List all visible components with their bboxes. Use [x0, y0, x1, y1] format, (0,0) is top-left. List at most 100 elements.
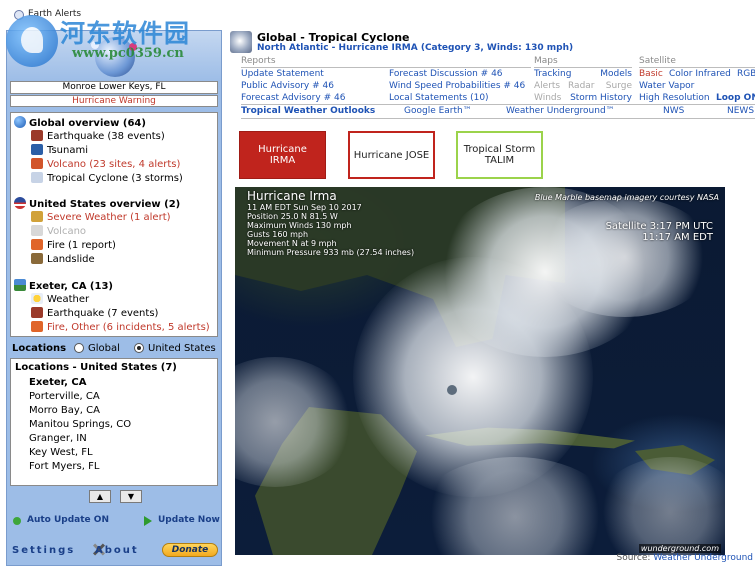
- volcano-icon: [31, 158, 43, 169]
- event-label: Earthquake (38 events): [47, 131, 165, 142]
- maps-section: Maps: [534, 56, 558, 66]
- detail-line: Movement N at 9 mph: [247, 239, 337, 248]
- divider: [241, 104, 755, 105]
- report-link[interactable]: Wind Speed Probabilities # 46: [389, 80, 525, 92]
- image-details: 11 AM EDT Sun Sep 10 2017 Position 25.0 …: [247, 203, 414, 257]
- google-earth-link[interactable]: Google Earth™: [404, 106, 472, 116]
- location-item[interactable]: Granger, IN: [29, 432, 87, 445]
- event-us-volcano[interactable]: Volcano: [31, 225, 86, 238]
- storm-irma-button[interactable]: Hurricane IRMA: [239, 131, 326, 179]
- weather-underground-link[interactable]: Weather Underground™: [506, 106, 615, 116]
- auto-update-toggle[interactable]: Auto Update ON: [27, 515, 109, 525]
- map-storm-history-link[interactable]: Storm History: [570, 92, 632, 104]
- about-button[interactable]: About: [95, 545, 139, 556]
- satellite-image[interactable]: Hurricane Irma 11 AM EDT Sun Sep 10 2017…: [235, 187, 725, 555]
- locations-label: Locations: [12, 343, 67, 354]
- tropical-outlooks-link[interactable]: Tropical Weather Outlooks: [241, 106, 375, 116]
- main-panel: Global - Tropical Cyclone North Atlantic…: [228, 30, 755, 566]
- radio-united-states[interactable]: [134, 343, 144, 353]
- play-icon[interactable]: [144, 516, 152, 526]
- sat-high-resolution-link[interactable]: High Resolution: [639, 92, 710, 104]
- event-fire[interactable]: Fire (1 report): [31, 239, 116, 252]
- event-tropical-cyclone[interactable]: Tropical Cyclone (3 storms): [31, 172, 183, 185]
- globe-icon: [14, 116, 26, 128]
- maps-header: Maps: [534, 56, 558, 66]
- storm-label: TALIM: [484, 155, 515, 166]
- storm-label: Tropical Storm: [463, 144, 536, 155]
- event-landslide[interactable]: Landslide: [31, 253, 95, 266]
- event-severe-weather[interactable]: Severe Weather (1 alert): [31, 211, 171, 224]
- location-item[interactable]: Exeter, CA: [29, 376, 86, 389]
- radio-united-states-label[interactable]: United States: [148, 343, 216, 354]
- map-surge-link[interactable]: Surge: [606, 80, 632, 92]
- move-down-button[interactable]: ▼: [120, 490, 142, 503]
- current-location[interactable]: Monroe Lower Keys, FL: [10, 81, 218, 94]
- map-radar-link[interactable]: Radar: [568, 80, 595, 92]
- sat-loop-toggle[interactable]: Loop ON: [716, 92, 755, 104]
- event-weather[interactable]: Weather: [31, 293, 89, 306]
- locations-title: Locations - United States (7): [15, 362, 177, 373]
- map-winds-link[interactable]: Winds: [534, 92, 561, 104]
- image-timestamp: Satellite 3:17 PM UTC 11:17 AM EDT: [606, 221, 713, 243]
- sat-rgb-link[interactable]: RGB: [737, 68, 755, 80]
- location-item[interactable]: Porterville, CA: [29, 390, 100, 403]
- location-item[interactable]: Manitou Springs, CO: [29, 418, 131, 431]
- donate-button[interactable]: Donate: [162, 543, 218, 557]
- event-label: Tropical Cyclone (3 storms): [47, 173, 183, 184]
- event-tsunami[interactable]: Tsunami: [31, 144, 88, 157]
- event-earthquake[interactable]: Earthquake (38 events): [31, 130, 165, 143]
- group-us-overview[interactable]: United States overview (2): [14, 197, 180, 210]
- report-link[interactable]: Forecast Advisory # 46: [241, 92, 345, 104]
- report-link[interactable]: Public Advisory # 46: [241, 80, 345, 92]
- sat-color-infrared-link[interactable]: Color Infrared: [669, 68, 731, 80]
- nws-link[interactable]: NWS: [663, 106, 684, 116]
- group-exeter[interactable]: Exeter, CA (13): [14, 279, 113, 292]
- location-item[interactable]: Morro Bay, CA: [29, 404, 100, 417]
- group-title: Global overview (64): [29, 118, 146, 129]
- event-local-earthquake[interactable]: Earthquake (7 events): [31, 307, 158, 320]
- source-link[interactable]: Weather Underground: [653, 553, 753, 563]
- report-link[interactable]: Local Statements (10): [389, 92, 525, 104]
- landslide-icon: [31, 253, 43, 264]
- location-item[interactable]: Fort Myers, FL: [29, 460, 99, 473]
- settings-button[interactable]: Settings: [12, 545, 75, 556]
- image-title: Hurricane Irma: [247, 189, 337, 203]
- cyclone-icon: [31, 172, 43, 183]
- reports-section: Reports: [241, 56, 276, 66]
- event-label: Volcano: [47, 226, 87, 237]
- radio-global-label[interactable]: Global: [88, 343, 120, 354]
- source-label: Source:: [616, 553, 651, 563]
- event-volcano[interactable]: Volcano (23 sites, 4 alerts): [31, 158, 180, 171]
- severe-weather-icon: [31, 211, 43, 222]
- group-global-overview[interactable]: Global overview (64): [14, 116, 146, 129]
- news-link[interactable]: NEWS: [727, 106, 754, 116]
- group-title: United States overview (2): [29, 199, 181, 210]
- event-fire-other[interactable]: Fire, Other (6 incidents, 5 alerts): [31, 321, 210, 334]
- tsunami-icon: [31, 144, 43, 155]
- event-label: Tsunami: [47, 145, 88, 156]
- move-up-button[interactable]: ▲: [89, 490, 111, 503]
- weather-icon: [31, 293, 43, 304]
- locations-list: Locations - United States (7) Exeter, CA…: [10, 358, 218, 486]
- cloud-band: [535, 197, 715, 317]
- location-item[interactable]: Key West, FL: [29, 446, 93, 459]
- storm-subtitle[interactable]: North Atlantic - Hurricane IRMA (Categor…: [257, 43, 573, 53]
- radio-global[interactable]: [74, 343, 84, 353]
- map-tracking-link[interactable]: Tracking: [534, 68, 571, 80]
- sat-water-vapor-link[interactable]: Water Vapor: [639, 80, 694, 92]
- current-warning[interactable]: Hurricane Warning: [10, 95, 218, 107]
- map-alerts-link[interactable]: Alerts: [534, 80, 560, 92]
- sat-basic-link[interactable]: Basic: [639, 68, 663, 80]
- detail-line: Minimum Pressure 933 mb (27.54 inches): [247, 248, 415, 257]
- detail-line: 11 AM EDT Sun Sep 10 2017: [247, 203, 362, 212]
- reports-header: Reports: [241, 56, 276, 66]
- locations-scope: Locations Global United States: [10, 342, 218, 356]
- update-now-button[interactable]: Update Now: [158, 515, 220, 525]
- us-flag-icon: [14, 197, 26, 209]
- storm-jose-button[interactable]: Hurricane JOSE: [348, 131, 435, 179]
- event-label: Landslide: [47, 254, 95, 265]
- storm-talim-button[interactable]: Tropical Storm TALIM: [456, 131, 543, 179]
- report-link[interactable]: Update Statement: [241, 68, 345, 80]
- report-link[interactable]: Forecast Discussion # 46: [389, 68, 525, 80]
- map-models-link[interactable]: Models: [600, 68, 632, 80]
